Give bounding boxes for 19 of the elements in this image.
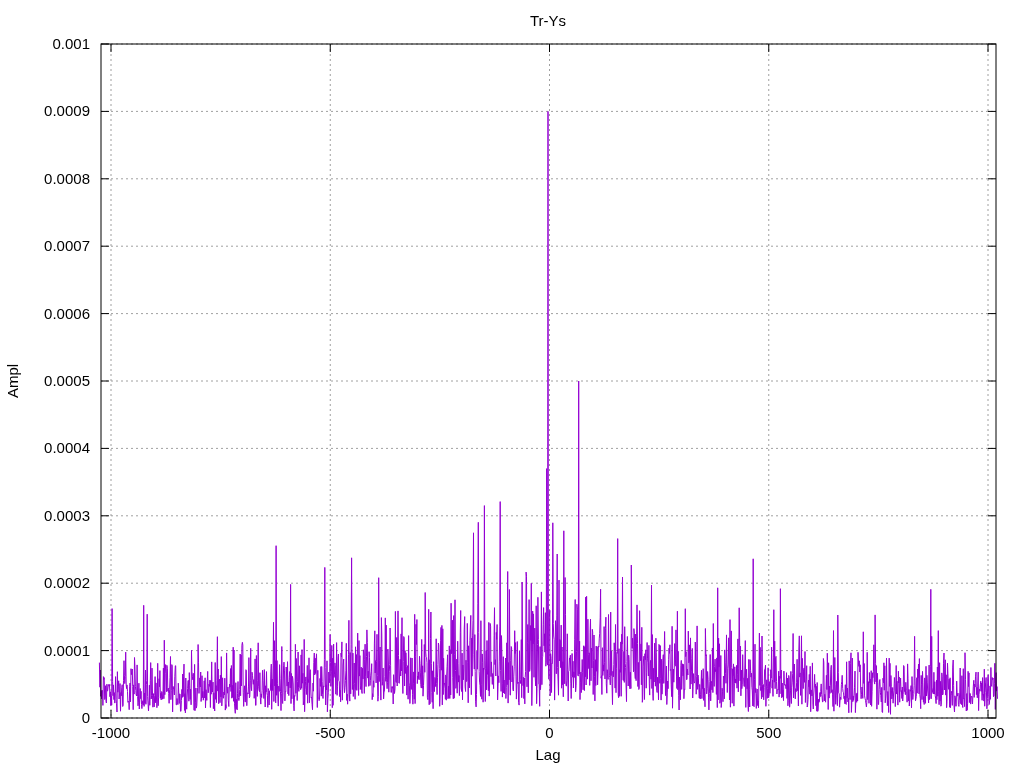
- y-tick-label: 0.0003: [44, 506, 90, 524]
- x-tick-label: 500: [756, 724, 782, 741]
- y-tick-label: 0.0009: [44, 102, 90, 120]
- y-tick-label: 0.001: [52, 35, 90, 52]
- x-tick-label: 1000: [971, 724, 1005, 741]
- x-tick-label: -500: [315, 724, 346, 741]
- y-tick-label: 0.0006: [44, 304, 90, 322]
- y-tick-label: 0.0001: [44, 641, 90, 659]
- y-tick-label: 0.0004: [44, 439, 90, 457]
- x-tick-label: 0: [545, 724, 554, 741]
- chart-title: Tr-Ys: [529, 12, 567, 29]
- y-tick-label: 0: [81, 709, 90, 726]
- x-tick-label: -1000: [91, 724, 131, 741]
- y-tick-label: 0.0008: [44, 169, 90, 187]
- y-axis-label: Ampl: [4, 363, 21, 399]
- y-tick-label: 0.0005: [44, 372, 90, 389]
- y-tick-label: 0.0007: [44, 237, 90, 255]
- x-axis-label: Lag: [535, 746, 561, 763]
- y-tick-label: 0.0002: [44, 574, 90, 592]
